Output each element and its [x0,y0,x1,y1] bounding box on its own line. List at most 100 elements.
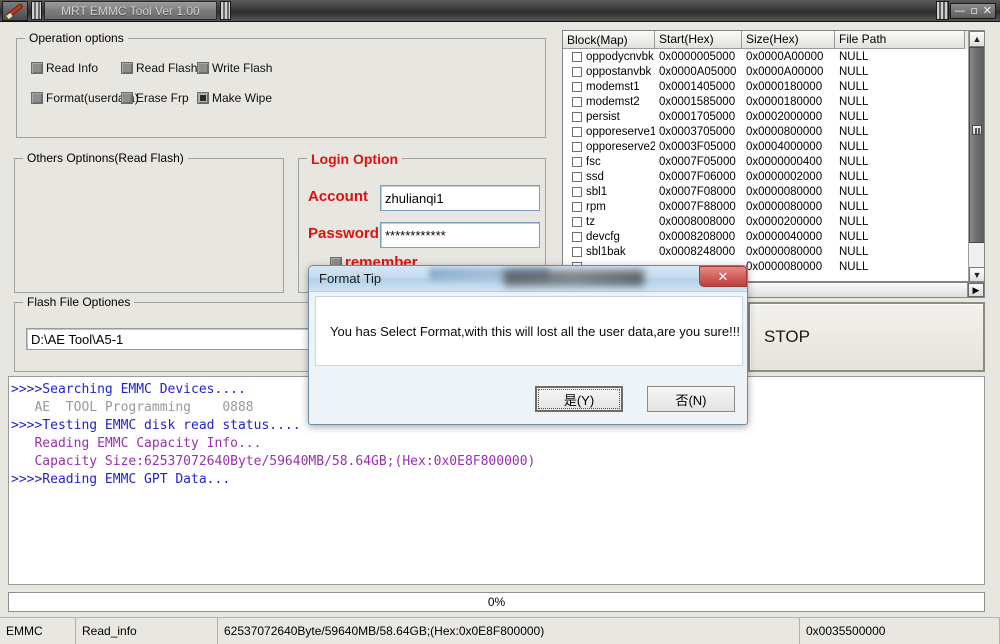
table-row[interactable]: sbl1 0x0007F08000 0x0000080000 NULL [563,184,984,199]
progress-bar: 0% [8,592,985,612]
row-checkbox-icon[interactable] [572,96,582,107]
column-header-start[interactable]: Start(Hex) [655,31,742,49]
vertical-scroll-thumb[interactable] [969,47,984,243]
toolbar-grip-far-right[interactable] [936,1,950,20]
scroll-right-icon[interactable]: ▶ [968,283,984,297]
partition-name-cell: persist [563,111,655,123]
make-wipe-label: Make Wipe [212,91,273,105]
column-header-filepath[interactable]: File Path [835,31,965,49]
scroll-grip-icon[interactable] [972,125,982,135]
format-tip-dialog: Format Tip ✕ You has Select Format,with … [308,265,748,425]
table-row[interactable]: sbl1bak 0x0008248000 0x0000080000 NULL [563,244,984,259]
table-row[interactable]: modemst1 0x0001405000 0x0000180000 NULL [563,79,984,94]
partition-table[interactable]: Block(Map) Start(Hex) Size(Hex) File Pat… [562,30,985,282]
window-controls: — ▫ ✕ [950,2,996,19]
password-input[interactable]: ************ [380,222,540,248]
row-checkbox-icon[interactable] [572,66,582,77]
row-checkbox-icon[interactable] [572,81,582,92]
partition-name: rpm [586,200,606,213]
status-operation: Read_info [76,618,218,644]
account-input[interactable]: zhulianqi1 [380,185,540,211]
table-row[interactable]: fsc 0x0007F05000 0x0000000400 NULL [563,154,984,169]
partition-filepath-cell: NULL [839,80,869,93]
erase-frp-checkbox-icon[interactable] [121,92,133,104]
row-checkbox-icon[interactable] [572,126,582,137]
table-row[interactable]: rpm 0x0007F88000 0x0000080000 NULL [563,199,984,214]
partition-name-cell: opporeserve2 [563,141,655,153]
others-options-title: Others Optinons(Read Flash) [23,151,188,165]
partition-filepath-cell: NULL [839,215,869,228]
dialog-close-icon[interactable]: ✕ [699,266,747,287]
row-checkbox-icon[interactable] [572,141,582,152]
window-titlebar: MRT EMMC Tool Ver 1.00 — ▫ ✕ [0,0,1000,22]
partition-start-cell: 0x0007F88000 [659,200,736,213]
status-address: 0x0035500000 [800,618,1000,644]
partition-start-cell: 0x0007F06000 [659,170,736,183]
read-flash-checkbox-icon[interactable] [121,62,133,74]
checkbox-write-flash[interactable]: Write Flash [197,61,272,75]
partition-start-cell: 0x0007F08000 [659,185,736,198]
partition-name: fsc [586,155,601,168]
horizontal-scroll-thumb[interactable] [731,283,968,297]
table-row[interactable]: ssd 0x0007F06000 0x0000002000 NULL [563,169,984,184]
row-checkbox-icon[interactable] [572,111,582,122]
table-row[interactable]: tz 0x0008008000 0x0000200000 NULL [563,214,984,229]
toolbar-grip-right[interactable] [219,1,231,20]
operation-options-group: Operation options Read Info Read Flash W… [16,31,546,138]
table-row[interactable]: oppostanvbk 0x0000A05000 0x0000A00000 NULL [563,64,984,79]
checkbox-read-flash[interactable]: Read Flash [121,61,197,75]
scroll-down-icon[interactable]: ▼ [969,267,984,281]
partition-name-cell: oppodycnvbk [563,51,655,63]
checkbox-make-wipe[interactable]: Make Wipe [197,91,272,105]
row-checkbox-icon[interactable] [572,216,582,227]
stop-button[interactable]: STOP [748,302,985,372]
table-row[interactable]: opporeserve1 0x0003705000 0x0000800000 NULL [563,124,984,139]
row-checkbox-icon[interactable] [572,171,582,182]
maximize-icon[interactable]: ▫ [970,5,977,16]
column-header-block[interactable]: Block(Map) [563,31,655,49]
account-label: Account [308,188,368,205]
format-userdata-checkbox-icon[interactable] [31,92,43,104]
partition-table-vertical-scrollbar[interactable]: ▲ ▼ [968,31,984,281]
dialog-yes-button[interactable]: 是(Y) [535,386,623,412]
make-wipe-checkbox-icon[interactable] [197,92,209,104]
blurred-background-artifact-2 [504,270,644,286]
minimize-icon[interactable]: — [954,5,965,16]
flash-file-options-title: Flash File Optiones [23,295,135,309]
write-flash-checkbox-icon[interactable] [197,62,209,74]
partition-name-cell: sbl1 [563,186,655,198]
partition-start-cell: 0x0003F05000 [659,140,736,153]
partition-start-cell: 0x0003705000 [659,125,736,138]
partition-name-cell: ssd [563,171,655,183]
partition-size-cell: 0x0000080000 [746,245,823,258]
write-flash-label: Write Flash [212,61,273,75]
checkbox-read-info[interactable]: Read Info [31,61,98,75]
partition-name: modemst1 [586,80,640,93]
toolbar-grip-left[interactable] [31,1,42,20]
row-checkbox-icon[interactable] [572,186,582,197]
row-checkbox-icon[interactable] [572,246,582,257]
partition-filepath-cell: NULL [839,125,869,138]
table-row[interactable]: oppodycnvbk 0x0000005000 0x0000A00000 NULL [563,49,984,64]
close-icon[interactable]: ✕ [983,5,992,16]
flash-file-path-input[interactable]: D:\AE Tool\A5-1 [26,328,316,350]
table-row[interactable]: persist 0x0001705000 0x0002000000 NULL [563,109,984,124]
checkbox-erase-frp[interactable]: Erase Frp [121,91,189,105]
dialog-no-button[interactable]: 否(N) [647,386,735,412]
tab-mrt-emmc-tool[interactable]: MRT EMMC Tool Ver 1.00 [44,1,217,20]
row-checkbox-icon[interactable] [572,231,582,242]
row-checkbox-icon[interactable] [572,51,582,62]
column-header-size[interactable]: Size(Hex) [742,31,835,49]
partition-name: sbl1bak [586,245,626,258]
partition-name: oppostanvbk [586,65,652,78]
partition-name: oppodycnvbk [586,50,654,63]
table-row[interactable]: modemst2 0x0001585000 0x0000180000 NULL [563,94,984,109]
scroll-up-icon[interactable]: ▲ [969,31,984,47]
row-checkbox-icon[interactable] [572,156,582,167]
partition-start-cell: 0x0001405000 [659,80,736,93]
read-info-checkbox-icon[interactable] [31,62,43,74]
row-checkbox-icon[interactable] [572,201,582,212]
partition-size-cell: 0x0000000400 [746,155,823,168]
table-row[interactable]: opporeserve2 0x0003F05000 0x0004000000 NULL [563,139,984,154]
table-row[interactable]: devcfg 0x0008208000 0x0000040000 NULL [563,229,984,244]
